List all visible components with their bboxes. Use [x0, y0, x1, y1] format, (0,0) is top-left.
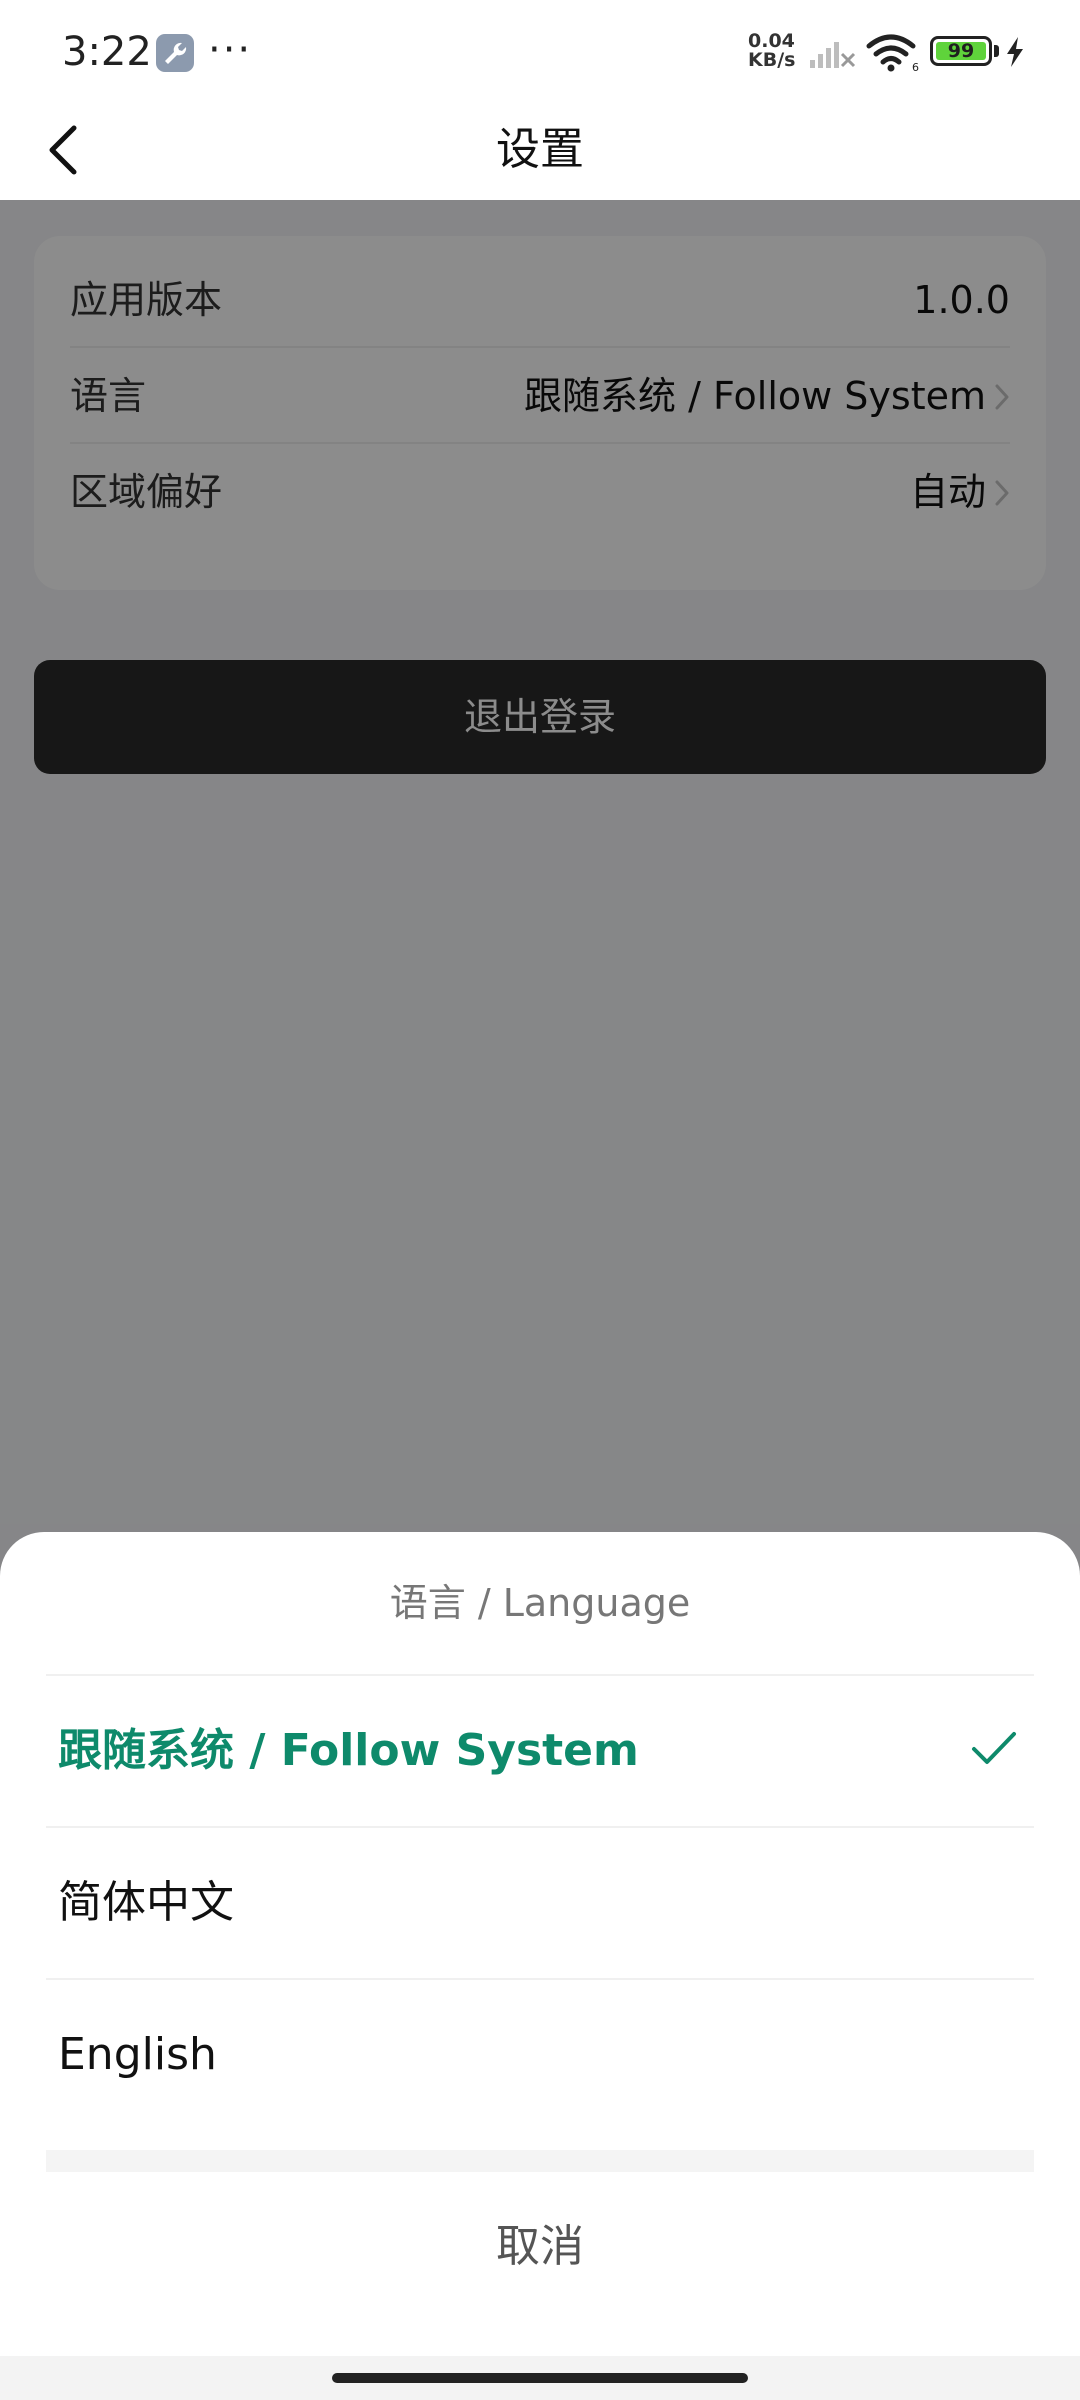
svg-text:6: 6 [912, 61, 919, 72]
language-option-follow-system[interactable]: 跟随系统 / Follow System [46, 1676, 1034, 1826]
battery-tip [994, 45, 999, 57]
signal-icon [808, 34, 856, 74]
sheet-separator [46, 2150, 1034, 2172]
charging-icon [1004, 36, 1026, 72]
more-notifications-icon: ··· [208, 27, 253, 73]
app-header: 设置 [0, 100, 1080, 200]
home-indicator[interactable] [332, 2373, 748, 2383]
check-icon [972, 1732, 1016, 1764]
wrench-icon [156, 34, 194, 72]
network-speed-unit: KB/s [748, 49, 796, 71]
option-label: 跟随系统 / Follow System [58, 1725, 639, 1776]
sheet-title: 语言 / Language [389, 1581, 691, 1625]
page-title: 设置 [496, 124, 584, 175]
status-time: 3:22 [62, 29, 152, 75]
language-sheet: 语言 / Language 跟随系统 / Follow System 简体中文 … [0, 1532, 1080, 2400]
battery-icon: 99 [930, 36, 992, 66]
status-bar: 3:22 ··· 0.04 KB/s 6 99 [0, 0, 1080, 100]
network-speed: 0.04 KB/s [748, 32, 795, 70]
wifi-icon: 6 [866, 34, 920, 76]
cancel-button[interactable]: 取消 [0, 2172, 1080, 2322]
language-option-english[interactable]: English [46, 1980, 1034, 2130]
battery-level: 99 [947, 40, 975, 62]
option-label: English [58, 2029, 217, 2080]
language-option-simplified-chinese[interactable]: 简体中文 [46, 1828, 1034, 1978]
option-label: 简体中文 [58, 1877, 234, 1928]
